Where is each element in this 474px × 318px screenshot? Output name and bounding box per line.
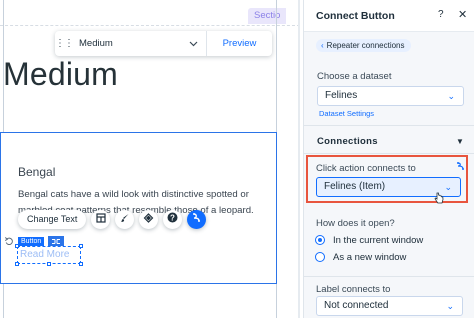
help-icon: ? xyxy=(167,210,178,228)
design-button[interactable] xyxy=(115,209,135,229)
help-button[interactable]: ? xyxy=(163,209,183,229)
dataset-settings-link[interactable]: Dataset Settings xyxy=(319,109,374,118)
resize-handle[interactable] xyxy=(79,244,83,248)
dataset-dropdown[interactable]: Felines ⌄ xyxy=(317,86,464,106)
radio-current-window-label[interactable]: In the current window xyxy=(333,235,423,246)
text-font-toolbar: ⋮⋮ Medium Preview xyxy=(55,31,272,56)
connected-link-icon xyxy=(48,236,64,246)
radio-current-window[interactable] xyxy=(315,235,325,245)
item-title[interactable]: Bengal xyxy=(18,165,55,179)
close-icon[interactable]: ✕ xyxy=(458,8,467,21)
label-connects-dropdown[interactable]: Not connected ⌄ xyxy=(316,296,463,316)
page-heading[interactable]: Medium xyxy=(3,56,118,93)
connect-data-button[interactable] xyxy=(187,209,207,229)
radio-new-window[interactable] xyxy=(315,252,325,262)
open-mode-label: How does it open? xyxy=(316,218,395,229)
radio-new-window-label[interactable]: As a new window xyxy=(333,252,406,263)
divider xyxy=(304,125,474,126)
help-icon[interactable]: ? xyxy=(438,9,444,20)
layout-icon xyxy=(96,210,106,228)
connected-link-icon xyxy=(456,161,466,173)
button-element-tag: Button xyxy=(18,237,45,246)
resize-handle[interactable] xyxy=(15,262,19,266)
dataset-label: Choose a dataset xyxy=(317,71,392,82)
back-label: Repeater connections xyxy=(326,41,405,50)
divider xyxy=(304,153,474,154)
collapse-triangle-icon[interactable]: ▼ xyxy=(456,137,464,146)
svg-text:?: ? xyxy=(170,213,175,222)
connections-section-title[interactable]: Connections xyxy=(317,136,378,147)
change-text-button[interactable]: Change Text xyxy=(18,209,87,229)
chevron-left-icon: ‹ xyxy=(321,41,324,50)
section-tag[interactable]: Sectio xyxy=(248,8,287,24)
connect-data-icon xyxy=(191,210,202,228)
click-action-value: Felines (Item) xyxy=(324,181,386,192)
panel-header: Connect Button ? ✕ xyxy=(304,0,474,32)
chevron-down-icon: ⌄ xyxy=(444,182,452,192)
dataset-value: Felines xyxy=(325,90,358,101)
design-brush-icon xyxy=(120,210,130,228)
canvas-edge xyxy=(298,0,300,318)
chevron-down-icon: ⌄ xyxy=(447,91,455,101)
chevron-down-icon: ⌄ xyxy=(446,301,454,311)
font-style-value: Medium xyxy=(79,38,113,49)
resize-handle[interactable] xyxy=(15,244,19,248)
editor-canvas: Sectio Medium ⋮⋮ Medium Preview Bengal B… xyxy=(0,0,300,318)
label-connects-value: Not connected xyxy=(324,300,389,311)
drag-handle-icon[interactable]: ⋮⋮ xyxy=(55,38,74,49)
resize-handle[interactable] xyxy=(47,262,51,266)
layout-button[interactable] xyxy=(91,209,111,229)
click-action-label: Click action connects to xyxy=(316,163,416,174)
divider xyxy=(304,276,474,277)
animation-button[interactable] xyxy=(139,209,159,229)
element-action-bar: Change Text ? xyxy=(18,209,207,229)
font-style-dropdown[interactable]: Medium xyxy=(73,31,207,56)
label-connects-label: Label connects to xyxy=(316,284,391,295)
mouse-cursor-icon xyxy=(434,191,444,209)
repeater-connections-back-button[interactable]: ‹ Repeater connections xyxy=(316,39,411,52)
preview-link[interactable]: Preview xyxy=(207,38,272,49)
resize-handle[interactable] xyxy=(79,262,83,266)
panel-title: Connect Button xyxy=(316,10,395,22)
chevron-down-icon xyxy=(189,39,198,49)
animation-icon xyxy=(143,210,154,228)
